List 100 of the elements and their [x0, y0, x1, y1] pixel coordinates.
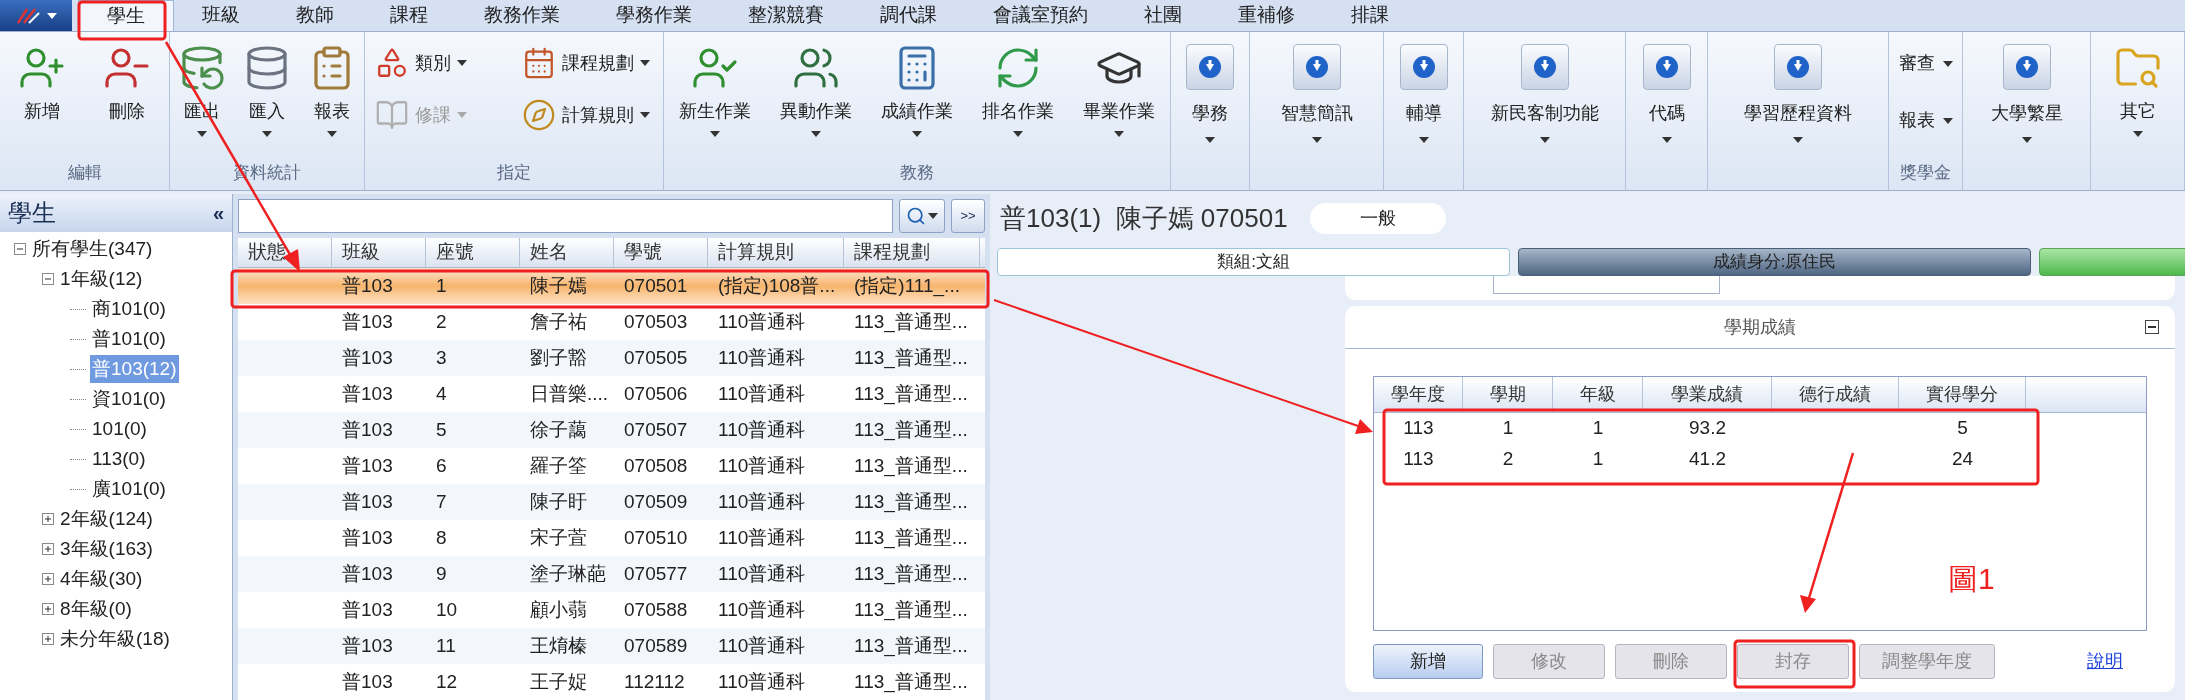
ribbon-tab[interactable]: 會議室預約 — [965, 0, 1116, 31]
tree-item[interactable]: 資101(0) — [90, 384, 168, 414]
ribbon-button[interactable]: 成績作業 — [872, 40, 961, 137]
column-header[interactable]: 學年度 — [1374, 377, 1463, 412]
ribbon-group-label: 指定 — [497, 162, 531, 185]
ribbon-menu-button[interactable]: 報表 — [1898, 107, 1953, 134]
ribbon-button[interactable]: 新增 — [10, 40, 75, 125]
ribbon-button[interactable]: 其它 — [2105, 40, 2170, 137]
table-cell-text: 110普通科 — [718, 417, 806, 442]
column-header[interactable]: 課程規劃 — [844, 238, 980, 267]
ribbon-menu-button[interactable]: 審查 — [1898, 50, 1953, 77]
tree-item[interactable]: 商101(0) — [90, 294, 168, 324]
table-row[interactable]: 普103 7 陳子盱 070509 110普通科 113_普通型... — [238, 484, 985, 520]
ribbon-button[interactable]: 新生作業 — [670, 40, 759, 137]
ribbon-tab[interactable]: 排課 — [1323, 0, 1417, 31]
caret-icon — [928, 213, 938, 219]
app-menu-button[interactable] — [0, 0, 72, 31]
table-cell-text: 11 — [436, 633, 456, 658]
student-heading: 普103(1) 陳子嫣 070501 — [1000, 201, 1288, 235]
column-header[interactable]: 座號 — [426, 238, 520, 267]
tree-item[interactable]: 4年級(30) — [58, 564, 145, 594]
table-cell-text: 9 — [436, 561, 447, 586]
ribbon-tab[interactable]: 教師 — [268, 0, 362, 31]
table-row[interactable]: 普103 5 徐子藹 070507 110普通科 113_普通型... — [238, 412, 985, 448]
table-row[interactable]: 普103 3 劉子豁 070505 110普通科 113_普通型... — [238, 340, 985, 376]
expand-icon[interactable] — [42, 573, 54, 585]
card-title: 學期成績 — [1724, 315, 1796, 339]
table-cell-text: 陳子盱 — [530, 489, 587, 514]
ribbon-button[interactable]: 報表 — [299, 40, 364, 137]
expand-icon[interactable] — [42, 513, 54, 525]
ribbon-button[interactable]: 畢業作業 — [1075, 40, 1164, 137]
ribbon-button[interactable]: 新民客制功能 — [1490, 40, 1599, 143]
ribbon-button[interactable]: 學務 — [1186, 40, 1234, 143]
ribbon-button[interactable]: 輔導 — [1399, 40, 1448, 143]
ribbon-tab[interactable]: 社團 — [1116, 0, 1210, 31]
tree-connector — [70, 398, 86, 400]
column-header[interactable]: 德行成績 — [1772, 377, 1899, 412]
tree-item[interactable]: 未分年級(18) — [58, 624, 172, 654]
ribbon-button[interactable]: 代碼 — [1642, 40, 1691, 143]
column-header[interactable]: 姓名 — [520, 238, 614, 267]
collapse-icon[interactable] — [2145, 320, 2159, 334]
search-field[interactable] — [238, 199, 893, 233]
tree-item[interactable]: 3年級(163) — [58, 534, 155, 564]
ribbon-button[interactable]: 匯入 — [235, 40, 299, 137]
column-header[interactable]: 學號 — [614, 238, 708, 267]
tree-item[interactable]: 廣101(0) — [90, 474, 168, 504]
caret-icon — [262, 131, 272, 137]
table-cell-text: 詹子祐 — [530, 309, 587, 334]
ribbon-tab[interactable]: 重補修 — [1210, 0, 1323, 31]
ribbon-tab[interactable]: 課程 — [362, 0, 456, 31]
ribbon-button[interactable]: 大學繁星 — [1990, 40, 2063, 143]
expand-icon[interactable] — [42, 603, 54, 615]
collapse-button[interactable]: « — [212, 198, 224, 228]
caret-icon — [1942, 117, 1953, 124]
tree-item[interactable]: 8年級(0) — [58, 594, 134, 624]
ribbon-button[interactable]: 智慧簡訊 — [1280, 40, 1353, 143]
caret-icon — [1539, 137, 1550, 143]
table-row[interactable]: 普103 9 塗子琳葩 070577 110普通科 113_普通型... — [238, 556, 985, 592]
tree-connector — [70, 308, 86, 310]
table-cell-text: (指定)111_... — [854, 273, 960, 299]
expand-icon[interactable] — [42, 633, 54, 645]
ribbon-tab[interactable]: 班級 — [174, 0, 268, 31]
search-button[interactable] — [899, 199, 945, 233]
ribbon-button[interactable]: 計算規則 — [518, 98, 657, 132]
column-header[interactable]: 計算規則 — [708, 238, 844, 267]
tree-item[interactable]: 所有學生(347) — [30, 234, 155, 264]
column-header[interactable]: 年級 — [1553, 377, 1643, 412]
column-header[interactable]: 班級 — [332, 238, 426, 267]
ribbon-button[interactable]: 刪除 — [94, 40, 159, 125]
tree-item[interactable]: 1年級(12) — [58, 264, 145, 294]
column-header[interactable]: 實得學分 — [1899, 377, 2026, 412]
table-cell-text: 110普通科 — [718, 345, 806, 370]
tree-connector — [70, 368, 86, 370]
column-header[interactable]: 學期 — [1463, 377, 1553, 412]
table-cell-text: 普103 — [342, 309, 393, 334]
table-cell-text: 110普通科 — [718, 633, 806, 658]
ribbon-button[interactable]: 學習歷程資料 — [1744, 40, 1852, 143]
expand-icon[interactable] — [42, 543, 54, 555]
ribbon-tab[interactable]: 調代課 — [852, 0, 965, 31]
logo-icon — [15, 6, 41, 25]
tree-item[interactable]: 普101(0) — [90, 324, 168, 354]
tree-item[interactable]: 113(0) — [90, 444, 148, 474]
ribbon-tab[interactable]: 教務作業 — [456, 0, 588, 31]
table-cell-text: 113_普通型... — [854, 453, 968, 479]
ribbon-button[interactable]: 課程規劃 — [518, 46, 657, 80]
table-cell-text: 宋子萓 — [530, 525, 587, 550]
tree-item[interactable]: 101(0) — [90, 414, 149, 444]
ribbon-button[interactable]: 排名作業 — [974, 40, 1063, 137]
ribbon-button[interactable]: 類別 — [371, 46, 510, 80]
caret-icon — [640, 112, 650, 118]
tree-item[interactable]: 2年級(124) — [58, 504, 155, 534]
column-header[interactable]: 學業成績 — [1643, 377, 1772, 412]
ribbon-tab[interactable]: 學務作業 — [588, 0, 720, 31]
table-row[interactable]: 普103 11 王焴榛 070589 110普通科 113_普通型... — [238, 628, 985, 664]
help-link[interactable]: 說明 — [2087, 648, 2123, 675]
more-button[interactable]: >> — [951, 199, 985, 233]
table-cell-text: 3 — [436, 345, 447, 370]
action-button[interactable]: 新增 — [1373, 644, 1483, 679]
ribbon-tab[interactable]: 整潔競賽 — [720, 0, 852, 31]
ribbon-button[interactable]: 異動作業 — [771, 40, 860, 137]
